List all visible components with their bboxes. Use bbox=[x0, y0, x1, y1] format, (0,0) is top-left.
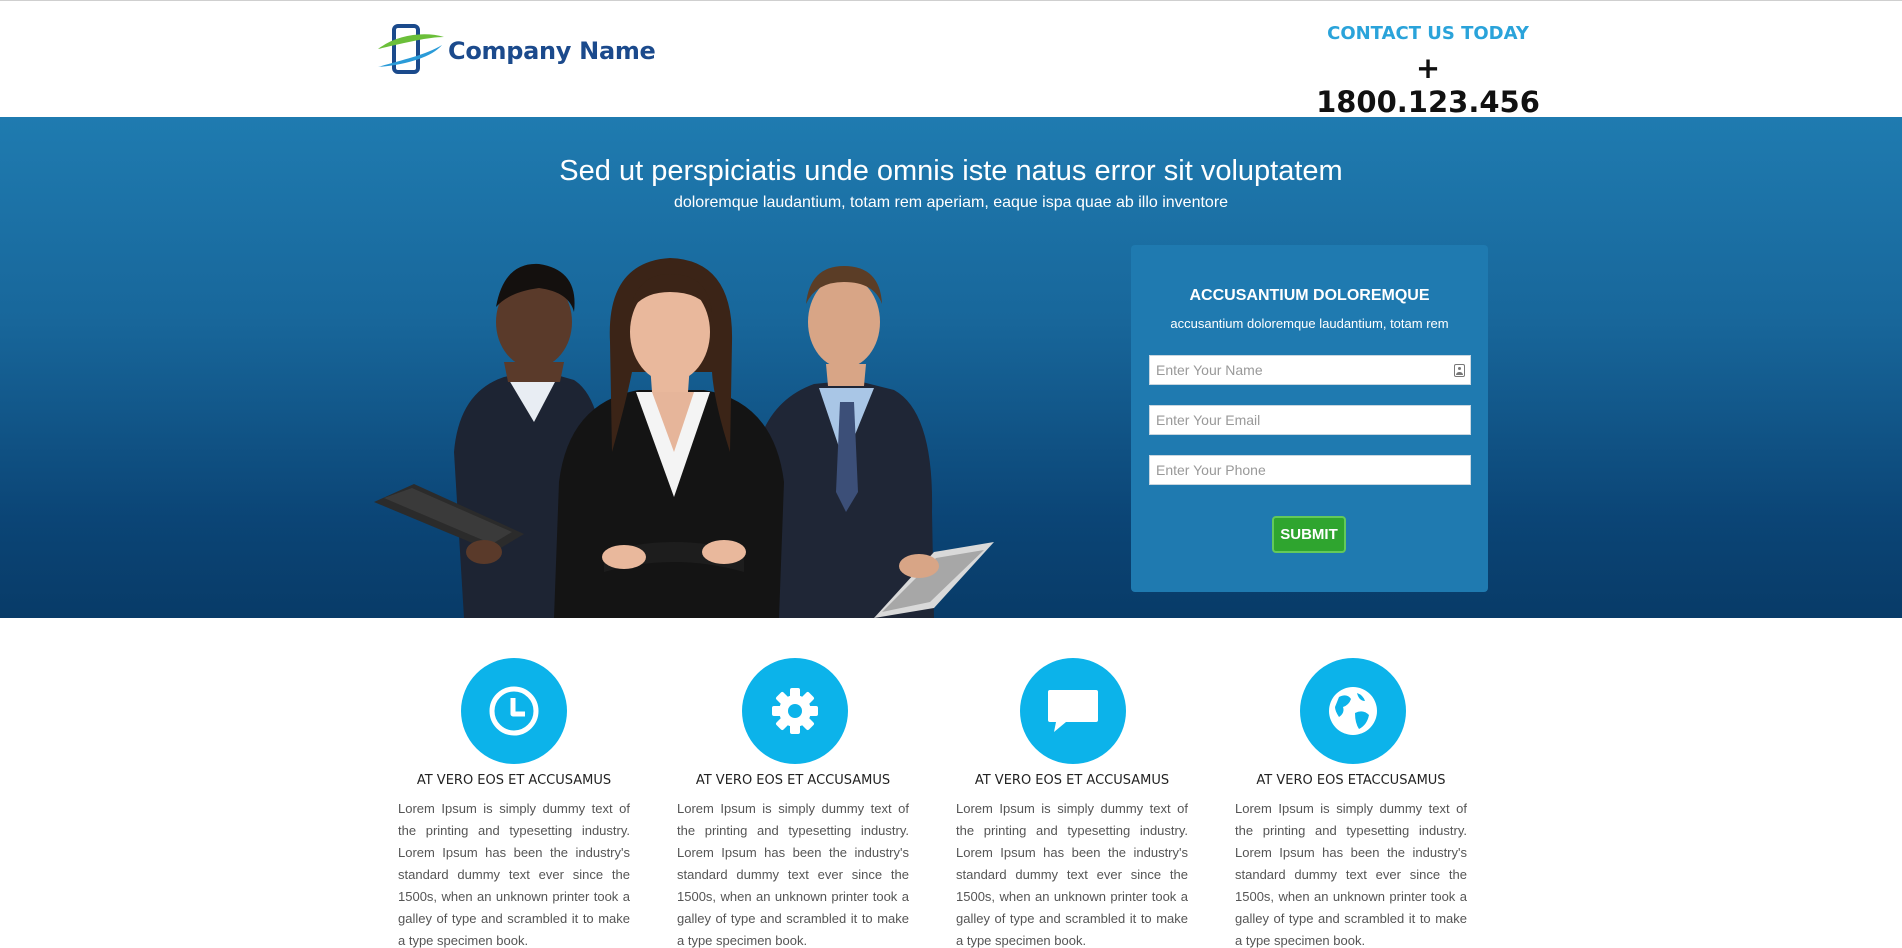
feature-title: AT VERO EOS ETACCUSAMUS bbox=[1256, 773, 1446, 788]
feature-text: Lorem Ipsum is simply dummy text of the … bbox=[677, 801, 909, 948]
hero-title: Sed ut perspiciatis unde omnis iste natu… bbox=[559, 155, 1343, 187]
feature-title: AT VERO EOS ET ACCUSAMUS bbox=[695, 773, 891, 788]
name-input[interactable] bbox=[1150, 356, 1470, 384]
chat-icon bbox=[1020, 658, 1126, 764]
globe-icon bbox=[1300, 658, 1406, 764]
feature-title: AT VERO EOS ET ACCUSAMUS bbox=[974, 773, 1170, 788]
form-subtitle: accusantium doloremque laudantium, totam… bbox=[1170, 316, 1449, 331]
submit-button[interactable]: SUBMIT bbox=[1272, 516, 1346, 553]
company-logo-icon[interactable] bbox=[376, 23, 446, 75]
feature-text: Lorem Ipsum is simply dummy text of the … bbox=[398, 801, 630, 948]
phone-field[interactable] bbox=[1149, 455, 1471, 485]
business-people-image bbox=[374, 258, 994, 618]
name-field[interactable] bbox=[1149, 355, 1471, 385]
clock-icon bbox=[461, 658, 567, 764]
feature-text: Lorem Ipsum is simply dummy text of the … bbox=[956, 801, 1188, 948]
hero-section: Sed ut perspiciatis unde omnis iste natu… bbox=[0, 117, 1902, 618]
gear-icon bbox=[742, 658, 848, 764]
email-input[interactable] bbox=[1150, 406, 1470, 434]
contact-phone[interactable]: + 1800.123.456 bbox=[1310, 51, 1546, 119]
lead-form: ACCUSANTIUM DOLOREMQUE accusantium dolor… bbox=[1131, 245, 1488, 592]
hero-subtitle: doloremque laudantium, totam rem aperiam… bbox=[673, 194, 1229, 211]
site-header: Company Name CONTACT US TODAY + 1800.123… bbox=[0, 1, 1902, 119]
feature-title: AT VERO EOS ET ACCUSAMUS bbox=[416, 773, 612, 788]
form-title: ACCUSANTIUM DOLOREMQUE bbox=[1189, 287, 1430, 304]
feature-text: Lorem Ipsum is simply dummy text of the … bbox=[1235, 801, 1467, 948]
phone-input[interactable] bbox=[1150, 456, 1470, 484]
company-name[interactable]: Company Name bbox=[448, 37, 656, 65]
email-field[interactable] bbox=[1149, 405, 1471, 435]
contact-label: CONTACT US TODAY bbox=[1327, 23, 1529, 44]
contact-card-icon[interactable] bbox=[1454, 364, 1465, 377]
